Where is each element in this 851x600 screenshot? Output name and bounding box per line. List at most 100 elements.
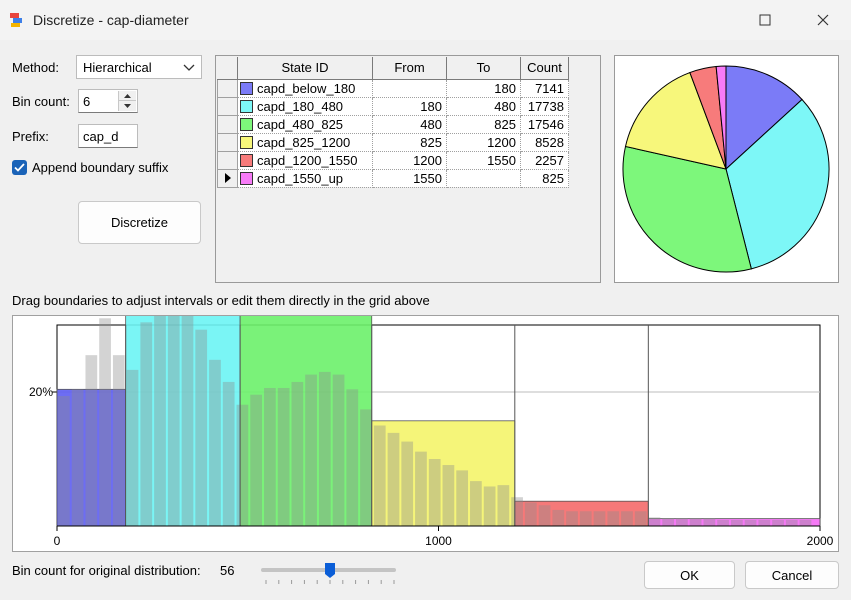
close-button[interactable] xyxy=(808,8,838,32)
to-cell[interactable]: 1200 xyxy=(446,132,521,152)
count-cell: 17738 xyxy=(520,96,569,116)
histogram-bar xyxy=(154,302,166,526)
row-header-corner xyxy=(217,57,238,80)
color-swatch[interactable] xyxy=(240,81,253,95)
histogram-bar xyxy=(222,381,235,526)
state-id-cell[interactable]: capd_825_1200 xyxy=(237,132,373,152)
row-header[interactable] xyxy=(217,168,238,188)
original-bin-count-value: 56 xyxy=(220,563,235,578)
column-header-state-id[interactable]: State ID xyxy=(237,57,373,80)
histogram-bar xyxy=(250,394,263,526)
window-title: Discretize - cap-diameter xyxy=(33,12,189,28)
histogram-bar xyxy=(264,387,276,526)
color-swatch[interactable] xyxy=(240,171,253,185)
table-row[interactable]: capd_825_1200 825 1200 8528 xyxy=(217,132,569,152)
row-header[interactable] xyxy=(217,114,238,134)
row-header[interactable] xyxy=(217,132,238,152)
histogram-bar xyxy=(552,509,565,526)
histogram-bar xyxy=(456,470,469,526)
table-row[interactable]: capd_below_180 180 7141 xyxy=(217,78,569,98)
to-cell[interactable]: 1550 xyxy=(446,150,521,170)
prefix-label: Prefix: xyxy=(12,129,49,144)
histogram-chart: 20% 0 1000 2000 xyxy=(29,302,834,548)
histogram-bar xyxy=(401,441,414,526)
spin-up-button[interactable] xyxy=(119,91,136,101)
column-header-from[interactable]: From xyxy=(372,57,447,80)
bin-count-value: 6 xyxy=(83,94,91,109)
histogram-bar xyxy=(99,318,111,526)
color-swatch[interactable] xyxy=(240,135,253,149)
from-cell[interactable]: 180 xyxy=(372,96,447,116)
cancel-button[interactable]: Cancel xyxy=(745,561,839,589)
checkmark-icon xyxy=(14,163,25,172)
histogram-bar xyxy=(305,374,317,526)
pie-chart xyxy=(622,65,830,273)
discretize-button[interactable]: Discretize xyxy=(78,201,201,244)
row-header[interactable] xyxy=(217,96,238,116)
discretize-button-label: Discretize xyxy=(110,215,169,230)
to-cell[interactable]: 480 xyxy=(446,96,521,116)
to-cell[interactable] xyxy=(446,168,521,188)
row-header[interactable] xyxy=(217,150,238,170)
from-cell[interactable]: 480 xyxy=(372,114,447,134)
to-cell[interactable]: 825 xyxy=(446,114,521,134)
state-id-text: capd_480_825 xyxy=(257,116,344,132)
pie-chart-panel xyxy=(614,55,839,283)
from-cell[interactable]: 1550 xyxy=(372,168,447,188)
table-row[interactable]: capd_480_825 480 825 17546 xyxy=(217,114,569,134)
count-cell: 7141 xyxy=(520,78,569,98)
histogram-bar xyxy=(703,518,716,526)
from-cell[interactable]: 825 xyxy=(372,132,447,152)
histogram-bar xyxy=(236,404,249,526)
bin-count-spinner[interactable]: 6 xyxy=(78,89,138,113)
histogram-bar xyxy=(662,518,675,526)
histogram-bar xyxy=(291,381,304,526)
histogram-bar xyxy=(209,359,221,526)
state-id-cell[interactable]: capd_480_825 xyxy=(237,114,373,134)
method-select[interactable]: Hierarchical xyxy=(76,55,202,79)
state-id-cell[interactable]: capd_180_480 xyxy=(237,96,373,116)
slider-thumb[interactable] xyxy=(324,562,336,579)
cancel-button-label: Cancel xyxy=(771,567,813,583)
histogram-bar xyxy=(772,519,784,526)
histogram-bar xyxy=(785,519,798,526)
to-cell[interactable]: 180 xyxy=(446,78,521,98)
histogram-bar xyxy=(85,355,98,526)
histogram-bar xyxy=(593,511,606,526)
append-suffix-label: Append boundary suffix xyxy=(32,160,169,175)
histogram-panel: 20% 0 1000 2000 xyxy=(12,302,839,552)
histogram-bar xyxy=(112,355,125,526)
x-tick-label: 1000 xyxy=(425,534,452,548)
color-swatch[interactable] xyxy=(240,117,253,131)
chevron-down-icon xyxy=(183,64,195,71)
bin-count-label: Bin count: xyxy=(12,94,70,109)
from-cell[interactable] xyxy=(372,78,447,98)
row-header[interactable] xyxy=(217,78,238,98)
intervals-grid: State ID From To Count capd_below_180 180… xyxy=(215,55,601,283)
table-row[interactable]: capd_1200_1550 1200 1550 2257 xyxy=(217,150,569,170)
column-header-count[interactable]: Count xyxy=(520,57,569,80)
histogram-bar xyxy=(277,387,290,526)
histogram-bar xyxy=(415,451,427,526)
state-id-cell[interactable]: capd_below_180 xyxy=(237,78,373,98)
histogram-bar xyxy=(346,389,359,526)
ok-button[interactable]: OK xyxy=(644,561,735,589)
state-id-cell[interactable]: capd_1200_1550 xyxy=(237,150,373,170)
color-swatch[interactable] xyxy=(240,153,253,167)
histogram-bar xyxy=(318,371,331,526)
prefix-input[interactable]: cap_d xyxy=(78,124,138,148)
histogram-bar xyxy=(360,409,372,526)
append-suffix-checkbox[interactable] xyxy=(12,160,27,175)
color-swatch[interactable] xyxy=(240,99,253,113)
maximize-button[interactable] xyxy=(750,8,780,32)
histogram-bar xyxy=(373,425,386,526)
table-row[interactable]: capd_180_480 180 480 17738 xyxy=(217,96,569,116)
spin-down-button[interactable] xyxy=(119,101,136,111)
from-cell[interactable]: 1200 xyxy=(372,150,447,170)
table-row[interactable]: capd_1550_up 1550 825 xyxy=(217,168,569,188)
histogram-bar xyxy=(71,389,84,526)
histogram-bar xyxy=(181,312,194,526)
histogram-bar xyxy=(717,519,729,526)
column-header-to[interactable]: To xyxy=(446,57,521,80)
state-id-cell[interactable]: capd_1550_up xyxy=(237,168,373,188)
